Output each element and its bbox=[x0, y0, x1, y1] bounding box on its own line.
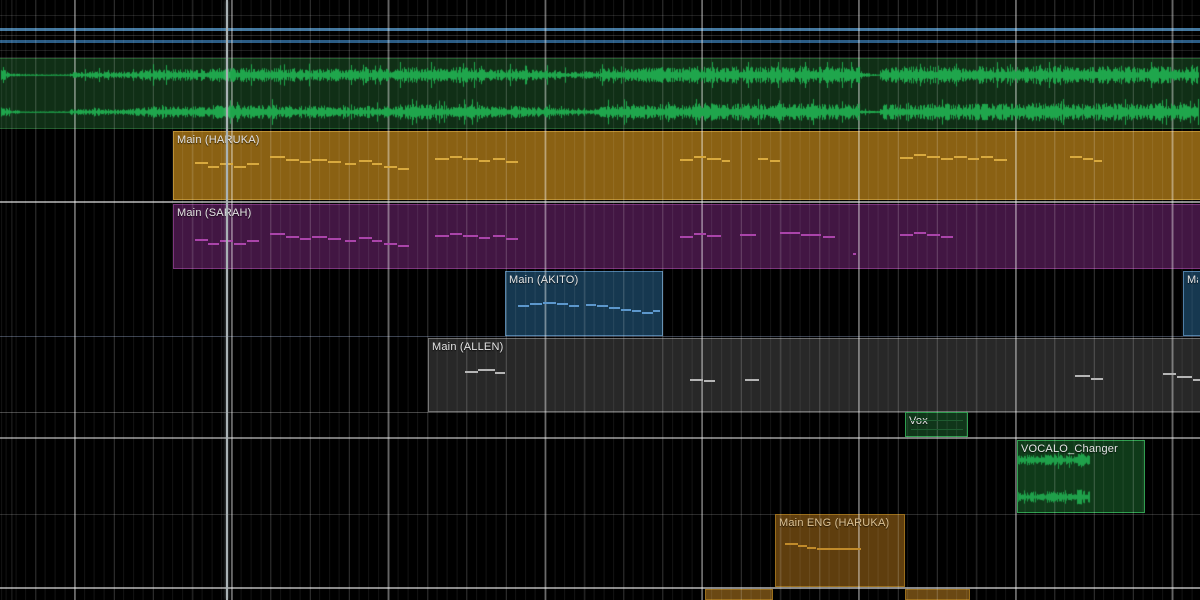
daw-arrange-view: Main (HARUKA)Main (SARAH)Main (AKITO)Mai… bbox=[0, 0, 1200, 600]
clip-vocalo-changer[interactable] bbox=[1017, 440, 1145, 513]
clips-layer bbox=[0, 0, 1200, 600]
clip-main-akito-2[interactable] bbox=[1183, 271, 1200, 336]
clip-bottom-part-1[interactable] bbox=[705, 589, 773, 600]
clip-main-akito[interactable] bbox=[505, 271, 663, 336]
clip-main-haruka[interactable] bbox=[173, 131, 1200, 200]
clip-vox[interactable] bbox=[905, 412, 968, 437]
clip-audio-main[interactable] bbox=[0, 58, 1200, 129]
clip-bottom-part-2[interactable] bbox=[905, 589, 970, 600]
playhead[interactable] bbox=[226, 0, 228, 600]
clip-main-allen[interactable] bbox=[428, 338, 1200, 412]
clip-main-sarah[interactable] bbox=[173, 204, 1200, 269]
clip-main-eng-haruka[interactable] bbox=[775, 514, 905, 587]
